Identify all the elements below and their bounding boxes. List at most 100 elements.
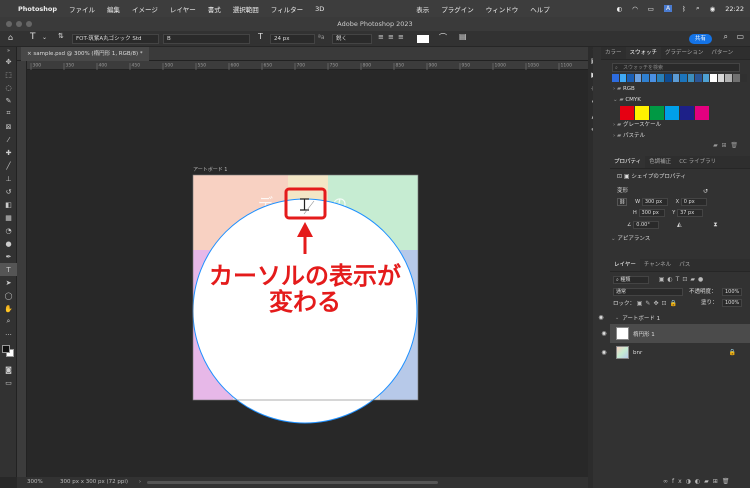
tab-layers[interactable]: レイヤー [610,259,640,271]
appearance-section-header[interactable]: ⌄ アピアランス [593,234,750,245]
fx-icon[interactable]: fx [672,478,686,485]
zoom-level[interactable]: 300% [27,477,43,488]
swatch-group-grayscale[interactable]: › ▰ グレースケール [593,120,750,131]
angle-icon: ∠ [627,222,632,228]
swatch-group-pastel[interactable]: › ▰ パステル [593,131,750,142]
new-layer-icon[interactable]: ⊞ [713,478,722,485]
tab-cc-libraries[interactable]: CC ライブラリ [675,156,720,168]
layer-filter-select[interactable]: ⌕ 種類 [613,276,649,284]
swatch[interactable] [634,74,642,82]
y-label: Y [672,210,676,216]
new-group-icon[interactable]: ▰ [713,142,718,149]
swatch[interactable] [725,74,732,82]
fill-label: 塗り： [701,300,718,306]
x-field[interactable]: 0 px [680,198,707,206]
layer-filter-icons[interactable]: ▣◐T⊡▰● [659,276,706,283]
swatch[interactable] [642,74,649,82]
tab-properties[interactable]: プロパティ [610,156,646,168]
tab-color[interactable]: カラー [601,47,626,59]
swatch[interactable] [733,74,740,82]
layer-thumbnail [616,327,629,340]
transform-row-wx: ⛓ W 300 px X 0 px [593,197,750,208]
chevron-down-icon[interactable]: ⌄ [615,315,619,321]
link-layers-icon[interactable]: ∞ [663,478,672,485]
swatch[interactable] [649,74,657,82]
mask-icon[interactable]: ◑ [686,478,695,485]
swatch-group-label: パステル [622,133,645,139]
group-icon[interactable]: ▰ [704,478,713,485]
opacity-field[interactable]: 100% [722,288,743,296]
layer-name: アートボード 1 [622,315,661,322]
eye-icon[interactable]: ◉ [596,349,612,356]
swatch[interactable] [672,74,680,82]
layer-row-bnr[interactable]: ◉ bnr 🔒 [601,343,750,362]
swatch[interactable] [695,106,709,120]
new-swatch-icon[interactable]: ⊞ [722,142,727,149]
blend-mode-select[interactable]: 通常 [613,288,683,296]
swatch-search-input[interactable]: ⌕ スウォッチを検索 [612,63,740,72]
search-icon: ⌕ [615,65,618,71]
tab-channels[interactable]: チャンネル [640,259,675,271]
layers-panel-tabs: レイヤー チャンネル パス [610,259,750,272]
eye-icon[interactable]: ◉ [596,330,612,337]
chevron-right-icon[interactable]: › [139,477,141,488]
adjustment-icon[interactable]: ◐ [695,478,704,485]
flip-vertical-icon[interactable]: ⧗ [713,221,717,228]
tab-adjustments[interactable]: 色調補正 [645,156,675,168]
trash-icon[interactable]: 🗑 [722,478,734,485]
swatch[interactable] [635,106,649,120]
layers-footer-icons[interactable]: ∞fx◑◐▰⊞🗑 [663,478,733,485]
trash-icon[interactable]: 🗑 [730,142,738,149]
swatch[interactable] [650,106,664,120]
swatch[interactable] [710,74,717,82]
layer-row-artboard[interactable]: ◉ ⌄ アートボード 1 [593,311,750,324]
document-size[interactable]: 300 px x 300 px (72 ppi) [60,477,128,488]
tab-patterns[interactable]: パターン [707,47,737,59]
swatch[interactable] [740,74,748,82]
angle-field[interactable]: 0.00° [633,221,660,229]
tab-swatches[interactable]: スウォッチ [625,47,662,59]
swatch-group-cmyk[interactable]: ⌄ ▰ CMYK [593,95,750,106]
layer-row-ellipse[interactable]: ◉ 楕円形 1 [601,324,750,343]
transform-row-angle: ∠ 0.00° ◭ ⧗ [593,219,750,230]
swatch[interactable] [657,74,664,82]
transform-row-hy: H 300 px Y 37 px [593,208,750,219]
swatch[interactable] [717,74,725,82]
horizontal-scrollbar[interactable] [147,481,438,484]
annotation-line-1: カーソルの表示が [209,262,401,290]
fill-field[interactable]: 100% [722,299,743,307]
swatch[interactable] [627,74,634,82]
height-label: H [633,210,637,216]
swatch[interactable] [695,74,702,82]
swatch[interactable] [687,74,695,82]
recent-swatches [612,74,748,84]
swatch[interactable] [702,74,710,82]
y-field[interactable]: 37 px [677,209,704,217]
swatch-group-rgb[interactable]: › ▰ RGB [593,84,750,95]
flip-horizontal-icon[interactable]: ◭ [677,221,682,228]
eye-icon[interactable]: ◉ [593,314,609,321]
swatch[interactable] [620,106,634,120]
shape-properties-header: ⊡ ▣ シェイプのプロパティ [593,171,750,182]
link-icon[interactable]: ⛓ [617,198,628,206]
swatch[interactable] [680,74,687,82]
tab-gradients[interactable]: グラデーション [661,47,707,59]
layer-filter-row: ⌕ 種類 ▣◐T⊡▰● [593,274,750,285]
swatch[interactable] [619,74,627,82]
height-field[interactable]: 300 px [638,209,665,217]
status-bar: 300% 300 px x 300 px (72 ppi) › [17,477,588,488]
transform-section-header: 変形 ↺ [593,186,750,197]
right-panels: カラー スウォッチ グラデーション パターン ⌕ スウォッチを検索 › ▰ RG… [593,47,750,488]
reset-icon[interactable]: ↺ [703,186,708,197]
tab-paths[interactable]: パス [675,259,694,271]
swatch[interactable] [664,74,672,82]
swatch-search-placeholder: スウォッチを検索 [623,65,664,71]
swatch[interactable] [665,106,679,120]
swatch-group-label: CMYK [625,97,641,103]
swatch[interactable] [612,74,619,82]
width-field[interactable]: 300 px [641,198,668,206]
swatch-panel-footer: ▰ ⊞ 🗑 [593,142,750,152]
layer-thumbnail [616,346,629,359]
lock-icons[interactable]: ▣✎✥⊡🔒 [637,300,680,307]
swatch[interactable] [680,106,694,120]
